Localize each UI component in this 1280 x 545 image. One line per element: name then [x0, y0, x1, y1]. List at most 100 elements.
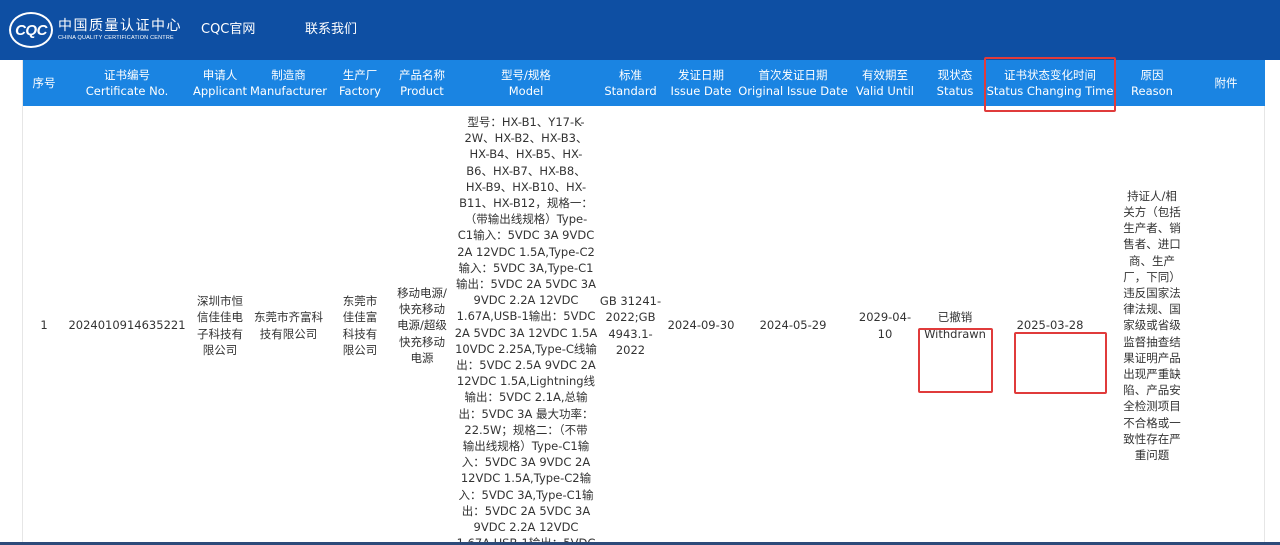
cell-text-line: 佳佳富: [342, 310, 378, 325]
col-header-product: 产品名称 Product: [399, 68, 445, 98]
highlight-box-status-changing-time: [1014, 332, 1107, 394]
cell-text-line: 快充移动: [399, 334, 445, 349]
cell-index: 1: [40, 318, 48, 333]
cell-text-line: 出：5VDC 3A 最大功率：: [458, 406, 594, 421]
cell-text-line: 2022;GB: [605, 310, 656, 325]
cell-cert-no: 2024010914635221: [68, 318, 186, 333]
cell-text-line: （带输出线规格）Type-: [464, 212, 588, 227]
col-header-model: 型号/规格 Model: [501, 68, 551, 98]
cell-text-line: 2A 12VDC 1.5A,Type-C2: [457, 244, 595, 259]
highlight-box-status: [918, 328, 993, 393]
cell-original-issue-date: 2024-05-29: [759, 318, 827, 333]
cell-text-line: 东莞市齐富科: [254, 310, 323, 325]
col-header-cert-no: 证书编号 Certificate No.: [85, 68, 169, 98]
cell-text-line: 输出线规格）Type-C1输: [462, 439, 590, 454]
top-nav-bar: CQC 中国质量认证中心 CHINA QUALITY CERTIFICATION…: [0, 0, 1280, 60]
cell-text-line: 持证人/相: [1127, 188, 1177, 203]
cell-text-line: 生产者、销: [1123, 221, 1181, 236]
cell-attachment: [1187, 106, 1265, 545]
cell-text-line: 技有限公司: [259, 326, 318, 341]
cell-text-line: 移动电源/: [397, 285, 447, 300]
cell-valid-until: 2029-04- 10: [843, 106, 927, 545]
table-row: 1 2024010914635221 深圳市恒 信佳佳电 子科技有 限公司 东莞市齐富…: [23, 106, 1265, 545]
cell-text-line: 出：5VDC 2.5A 9VDC 2A: [456, 358, 596, 373]
cell-text-line: 陷、产品安: [1123, 383, 1181, 398]
cell-text-line: 重问题: [1134, 448, 1170, 463]
cell-text-line: B6、HX-B7、HX-B8、: [466, 163, 586, 178]
cell-text-line: 2A 5VDC 3A 12VDC 1.5A: [454, 325, 598, 340]
cell-text-line: 输出：5VDC 2.1A,总输: [464, 390, 588, 405]
cell-text-line: 违反国家法: [1123, 285, 1181, 300]
cell-text-line: 家级或省级: [1123, 318, 1181, 333]
cell-text-line: 科技有: [342, 326, 378, 341]
col-header-applicant: 申请人 Applicant: [192, 68, 248, 98]
nav-link-cqc-official[interactable]: CQC官网: [201, 0, 255, 60]
cell-text-line: 输入：5VDC 3A,Type-C1: [458, 260, 594, 275]
cell-text-line: GB 31241-: [599, 294, 662, 309]
cell-text-line: 2029-04-: [858, 310, 912, 325]
cell-text-line: 子科技有: [197, 326, 243, 341]
col-header-reason: 原因 Reason: [1131, 68, 1173, 98]
certificate-table: 序号 证书编号 Certificate No. 申请人 Applicant 制造商 M…: [0, 60, 1280, 545]
col-header-index: 序号: [32, 76, 56, 90]
cell-text-line: 10: [877, 326, 893, 341]
col-header-manufacturer: 制造商 Manufacturer: [249, 68, 328, 98]
col-header-original-issue-date: 首次发证日期 Original Issue Date: [738, 68, 848, 98]
cell-reason: 持证人/相 关方（包括生产者、销 售者、进口 商、生产 厂，下同） 违反国家法律法规、国家…: [1117, 106, 1187, 545]
highlight-box-status-changing-time-header: [984, 57, 1116, 112]
cell-status: 已撤销 Withdrawn: [924, 106, 986, 545]
cell-text-line: 厂，下同）: [1123, 269, 1181, 284]
cell-text-line: 入：5VDC 3A,Type-C1输: [458, 487, 594, 502]
cell-text-line: 果证明产品: [1123, 350, 1181, 365]
cell-text-line: 4943.1-: [608, 326, 653, 341]
cell-text-line: HX-B9、HX-B10、HX-: [465, 179, 587, 194]
cell-text-line: 限公司: [202, 342, 238, 357]
cell-text-line: 1.67A,USB-1输出：5VDC: [456, 309, 596, 324]
cell-text-line: 9VDC 2.2A 12VDC: [473, 293, 579, 308]
cell-text-line: 监督抽查结: [1123, 334, 1181, 349]
cell-text-line: 电源: [410, 350, 434, 365]
cell-manufacturer: 东莞市齐富科 技有限公司: [251, 106, 326, 545]
cell-text-line: 9VDC 2.2A 12VDC: [473, 520, 579, 535]
cell-text-line: 快充移动: [399, 302, 445, 317]
cell-applicant: 深圳市恒 信佳佳电 子科技有 限公司: [189, 106, 251, 545]
cell-text-line: 限公司: [342, 342, 378, 357]
cell-text-line: C1输入：5VDC 3A 9VDC: [457, 228, 595, 243]
col-header-status: 现状态 Status: [936, 68, 974, 98]
cell-text-line: 商、生产: [1129, 253, 1175, 268]
cell-text-line: 12VDC 1.5A,Lightning线: [456, 374, 596, 389]
cell-factory: 东莞市 佳佳富 科技有 限公司: [326, 106, 394, 545]
cell-text-line: 不合格或一: [1123, 415, 1181, 430]
col-header-attachment: 附件: [1214, 76, 1238, 90]
cell-status-changing-time: 2025-03-28: [1016, 318, 1084, 333]
cell-text-line: HX-B4、HX-B5、HX-: [469, 147, 583, 162]
cell-text-line: 10VDC 2.25A,Type-C线输: [455, 341, 597, 356]
cell-text-line: 出：5VDC 2A 5VDC 3A: [461, 503, 591, 518]
nav-link-contact-us[interactable]: 联系我们: [305, 0, 357, 60]
cell-text-line: 电源/超级: [397, 318, 447, 333]
cell-text-line: 型号：HX-B1、Y17-K-: [467, 115, 585, 129]
cell-text-line: 入：5VDC 3A 9VDC 2A: [461, 455, 591, 470]
cell-text-line: 22.5W；规格二：（不带: [464, 422, 588, 437]
col-header-standard: 标准 Standard: [604, 68, 657, 98]
cell-text-line: 出现严重缺: [1123, 367, 1181, 381]
cell-text-line: 输出：5VDC 2A 5VDC 3A: [456, 277, 596, 292]
col-header-factory: 生产厂 Factory: [338, 68, 381, 98]
cell-text-line: 已撤销: [937, 310, 973, 325]
cell-product: 移动电源/快充移动 电源/超级 快充移动 电源: [394, 106, 450, 545]
cell-text-line: 致性存在严: [1123, 431, 1181, 446]
cell-text-line: B11、HX-B12，规格一：: [459, 196, 593, 211]
cell-text-line: 2022: [615, 342, 646, 357]
cell-model: 型号：HX-B1、Y17-K- 2W、HX-B2、HX-B3、 HX-B4、HX-B…: [450, 106, 602, 545]
col-header-issue-date: 发证日期 Issue Date: [670, 68, 732, 98]
cell-text-line: 东莞市: [342, 294, 378, 309]
cell-text-line: 律法规、国: [1123, 302, 1181, 317]
cell-text-line: 全检测项目: [1123, 399, 1181, 414]
cell-text-line: 深圳市恒: [197, 294, 243, 309]
cell-text-line: 售者、进口: [1123, 237, 1181, 252]
logo-text: 中国质量认证中心 CHINA QUALITY CERTIFICATION CEN…: [58, 18, 182, 43]
cell-text-line: 关方（包括: [1123, 204, 1181, 219]
cqc-logo-icon: CQC: [9, 12, 53, 48]
col-header-valid-until: 有效期至 Valid Until: [856, 68, 914, 98]
cqc-logo[interactable]: CQC 中国质量认证中心 CHINA QUALITY CERTIFICATION…: [9, 11, 182, 49]
